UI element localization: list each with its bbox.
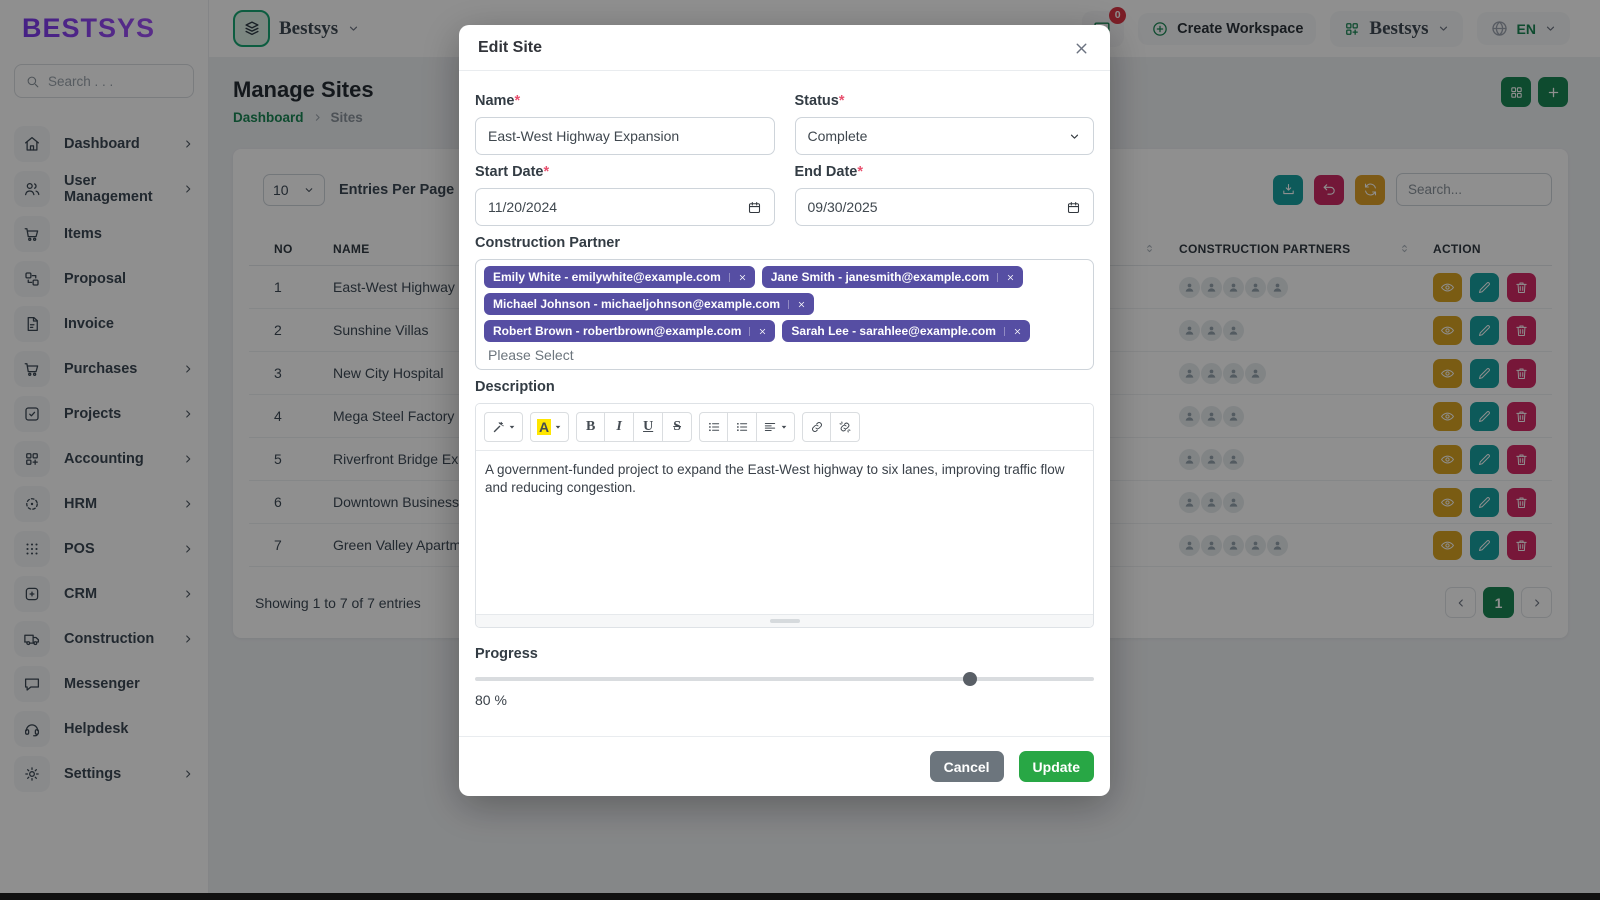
remove-tag-button[interactable] <box>749 327 775 336</box>
progress-slider-track <box>475 677 1094 681</box>
description-textarea[interactable]: A government-funded project to expand th… <box>476 451 1093 614</box>
partner-tag-label: Jane Smith - janesmith@example.com <box>771 270 989 284</box>
name-label: Name* <box>475 93 775 109</box>
start-date-input[interactable]: 11/20/2024 <box>475 188 775 226</box>
caret-down-icon <box>508 423 516 431</box>
remove-tag-button[interactable] <box>729 273 755 282</box>
partner-tag: Robert Brown - robertbrown@example.com <box>484 320 775 342</box>
insert-link-button[interactable] <box>802 412 831 442</box>
editor-resize-handle[interactable] <box>476 614 1093 627</box>
partner-tag: Emily White - emilywhite@example.com <box>484 266 755 288</box>
italic-button[interactable]: I <box>605 412 634 442</box>
caret-down-icon <box>780 423 788 431</box>
partner-tag-label: Emily White - emilywhite@example.com <box>493 270 721 284</box>
calendar-icon[interactable] <box>1066 200 1081 215</box>
bullet-list-icon <box>707 420 721 434</box>
modal-close-button[interactable] <box>1073 40 1090 57</box>
strikethrough-button[interactable]: S <box>663 412 692 442</box>
align-icon <box>763 420 777 434</box>
required-asterisk: * <box>515 93 521 109</box>
progress-label: Progress <box>475 646 1094 662</box>
partner-tag: Jane Smith - janesmith@example.com <box>762 266 1023 288</box>
bold-button[interactable]: B <box>576 412 605 442</box>
unlink-icon <box>838 420 852 434</box>
partner-tag: Michael Johnson - michaeljohnson@example… <box>484 293 814 315</box>
name-input[interactable] <box>475 117 775 155</box>
close-icon <box>1006 273 1015 282</box>
underline-button[interactable]: U <box>634 412 663 442</box>
start-date-label: Start Date* <box>475 164 775 180</box>
partner-select-placeholder: Please Select <box>488 347 574 363</box>
calendar-icon[interactable] <box>747 200 762 215</box>
status-label: Status* <box>795 93 1095 109</box>
remove-tag-button[interactable] <box>788 300 814 309</box>
magic-wand-icon <box>491 420 505 434</box>
required-asterisk: * <box>544 164 550 180</box>
close-icon <box>1013 327 1022 336</box>
unlink-button[interactable] <box>831 412 860 442</box>
link-icon <box>810 420 824 434</box>
partner-tag-label: Sarah Lee - sarahlee@example.com <box>791 324 995 338</box>
partner-tag-label: Michael Johnson - michaeljohnson@example… <box>493 297 780 311</box>
close-icon <box>738 273 747 282</box>
end-date-label: End Date* <box>795 164 1095 180</box>
paragraph-align-button[interactable] <box>757 412 795 442</box>
numbered-list-icon <box>735 420 749 434</box>
ordered-list-button[interactable] <box>728 412 757 442</box>
window-bottom-edge <box>0 893 1600 900</box>
close-icon <box>797 300 806 309</box>
remove-tag-button[interactable] <box>1004 327 1030 336</box>
progress-value: 80 % <box>475 692 1094 708</box>
status-select[interactable]: Complete <box>795 117 1095 155</box>
font-color-button[interactable]: A <box>530 412 569 442</box>
progress-slider[interactable] <box>475 672 1094 686</box>
construction-partner-multiselect[interactable]: Emily White - emilywhite@example.com Jane… <box>475 259 1094 370</box>
edit-site-modal: Edit Site Name* Status* Complete Start D… <box>459 25 1110 796</box>
style-magic-button[interactable] <box>484 412 523 442</box>
close-icon <box>1073 40 1090 57</box>
editor-toolbar: A B I U S <box>476 404 1093 451</box>
description-label: Description <box>475 379 1094 395</box>
required-asterisk: * <box>857 164 863 180</box>
cancel-button[interactable]: Cancel <box>930 751 1004 782</box>
partner-tag: Sarah Lee - sarahlee@example.com <box>782 320 1029 342</box>
update-button[interactable]: Update <box>1019 751 1094 782</box>
unordered-list-button[interactable] <box>699 412 728 442</box>
construction-partner-label: Construction Partner <box>475 235 1094 251</box>
caret-down-icon <box>554 423 562 431</box>
remove-tag-button[interactable] <box>997 273 1023 282</box>
close-icon <box>758 327 767 336</box>
end-date-input[interactable]: 09/30/2025 <box>795 188 1095 226</box>
required-asterisk: * <box>839 93 845 109</box>
partner-tag-label: Robert Brown - robertbrown@example.com <box>493 324 741 338</box>
progress-slider-thumb[interactable] <box>963 672 977 686</box>
chevron-down-icon <box>1068 130 1081 143</box>
description-editor: A B I U S A government-funded <box>475 403 1094 628</box>
modal-title: Edit Site <box>478 39 542 57</box>
